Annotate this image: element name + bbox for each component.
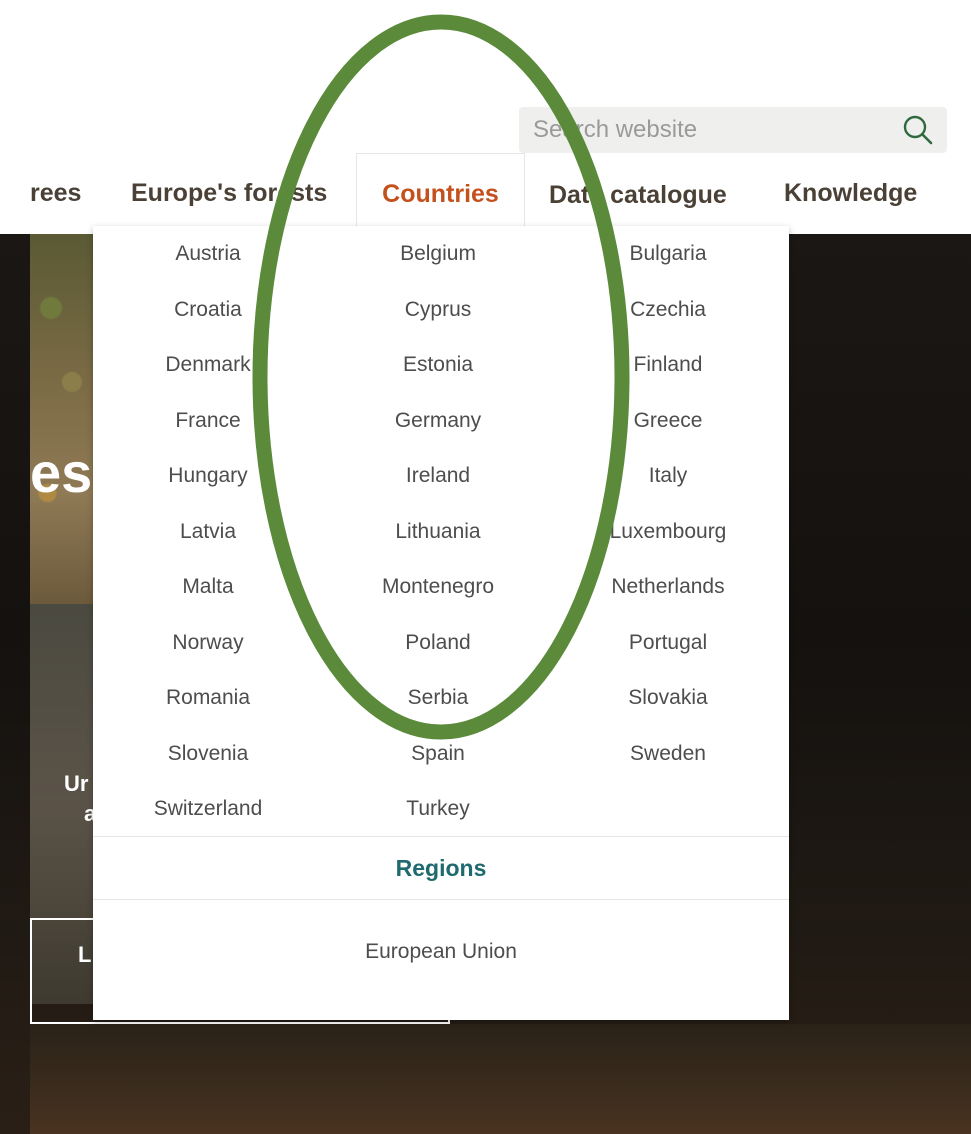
country-link[interactable]: Turkey (323, 781, 553, 837)
country-link[interactable]: Luxembourg (553, 504, 783, 560)
country-link[interactable]: Poland (323, 615, 553, 671)
country-link[interactable]: Germany (323, 393, 553, 449)
countries-grid: Austria Belgium Bulgaria Croatia Cyprus … (93, 226, 789, 837)
dropdown-divider (93, 836, 789, 837)
main-nav: rees Europe's forests Countries Data cat… (0, 153, 971, 235)
country-link[interactable]: France (93, 393, 323, 449)
country-link[interactable]: Croatia (93, 282, 323, 338)
country-link[interactable]: Slovenia (93, 726, 323, 782)
hero-forest-floor (30, 1024, 971, 1134)
hero-forest-image (30, 234, 100, 604)
country-link[interactable]: Switzerland (93, 781, 323, 837)
regions-heading: Regions (395, 855, 487, 881)
country-link[interactable]: Greece (553, 393, 783, 449)
country-link[interactable]: Serbia (323, 670, 553, 726)
nav-item-trees[interactable]: rees (30, 153, 81, 233)
country-link[interactable]: Sweden (553, 726, 783, 782)
country-link[interactable]: Slovakia (553, 670, 783, 726)
hero-title: es (30, 441, 93, 504)
hero-subtitle-line-1: Ur (64, 771, 89, 796)
country-link[interactable]: Malta (93, 559, 323, 615)
country-link[interactable]: Romania (93, 670, 323, 726)
nav-item-data-catalogue[interactable]: Data catalogue (549, 155, 727, 235)
country-link[interactable]: Spain (323, 726, 553, 782)
country-link[interactable]: Belgium (323, 226, 553, 282)
region-link-european-union[interactable]: European Union (93, 924, 789, 980)
nav-item-countries[interactable]: Countries (356, 153, 525, 235)
country-link[interactable]: Czechia (553, 282, 783, 338)
country-link[interactable]: Montenegro (323, 559, 553, 615)
country-link[interactable]: Denmark (93, 337, 323, 393)
hero-subtitle: Ur a (64, 769, 96, 829)
country-link[interactable]: Bulgaria (553, 226, 783, 282)
country-link[interactable]: Ireland (323, 448, 553, 504)
country-link[interactable]: Austria (93, 226, 323, 282)
countries-dropdown: Austria Belgium Bulgaria Croatia Cyprus … (93, 226, 789, 1020)
search-box (519, 107, 947, 153)
search-icon[interactable] (901, 113, 935, 147)
hero-subtitle-line-2: a (84, 801, 97, 826)
country-link[interactable]: Finland (553, 337, 783, 393)
nav-item-europes-forests[interactable]: Europe's forests (131, 153, 327, 233)
search-input[interactable] (531, 115, 901, 145)
country-link[interactable]: Latvia (93, 504, 323, 560)
country-link[interactable]: Italy (553, 448, 783, 504)
nav-item-knowledge[interactable]: Knowledge (784, 153, 917, 233)
country-link[interactable]: Cyprus (323, 282, 553, 338)
country-link[interactable]: Hungary (93, 448, 323, 504)
country-link[interactable]: Lithuania (323, 504, 553, 560)
country-link[interactable]: Portugal (553, 615, 783, 671)
country-link[interactable]: Norway (93, 615, 323, 671)
country-link[interactable]: Netherlands (553, 559, 783, 615)
country-link[interactable]: Estonia (323, 337, 553, 393)
dropdown-divider (93, 899, 789, 900)
